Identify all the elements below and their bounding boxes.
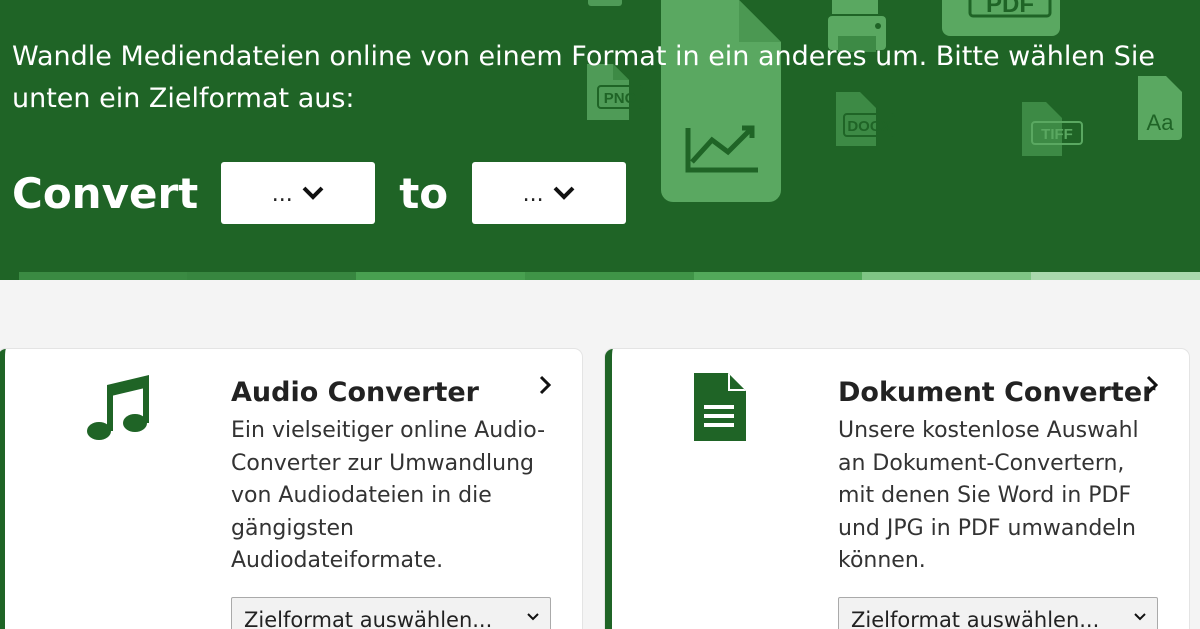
card-title[interactable]: Dokument Converter xyxy=(838,377,1155,408)
to-label: to xyxy=(399,168,449,218)
target-format-label: Zielformat auswählen... xyxy=(851,608,1100,629)
pdf-label: PDF xyxy=(986,0,1034,18)
hero-stripe xyxy=(0,272,1200,280)
target-format-select[interactable]: Zielformat auswählen... xyxy=(231,597,551,629)
chevron-down-icon xyxy=(553,186,575,200)
hero-intro-text: Wandle Mediendateien online von einem Fo… xyxy=(12,41,1155,114)
target-format-select[interactable]: Zielformat auswählen... xyxy=(838,597,1158,629)
card-title[interactable]: Audio Converter xyxy=(231,377,479,408)
chevron-down-icon xyxy=(1134,613,1146,621)
convert-row: Convert ... to ... xyxy=(12,162,627,224)
target-format-label: Zielformat auswählen... xyxy=(244,608,493,629)
convert-label: Convert xyxy=(12,168,199,218)
chevron-right-icon[interactable] xyxy=(1142,373,1162,397)
hero-banner: PNG PDF DOCX TIFF Aa Wandle Mediendateie… xyxy=(0,0,1200,272)
tiff-label: TIFF xyxy=(1041,126,1073,143)
card-description: Unsere kostenlose Auswahl an Dokument-Co… xyxy=(838,418,1139,573)
from-format-value: ... xyxy=(271,181,293,207)
document-icon xyxy=(692,371,748,447)
chevron-down-icon xyxy=(302,186,324,200)
audio-converter-card[interactable]: Audio Converter Ein vielseitiger online … xyxy=(0,349,582,629)
chevron-down-icon xyxy=(527,613,539,621)
to-format-select[interactable]: ... xyxy=(472,162,627,224)
chevron-right-icon[interactable] xyxy=(535,373,555,397)
from-format-select[interactable]: ... xyxy=(221,162,376,224)
to-format-value: ... xyxy=(522,181,544,207)
document-converter-card[interactable]: Dokument Converter Unsere kostenlose Aus… xyxy=(605,349,1189,629)
music-note-icon xyxy=(83,373,155,449)
card-description: Ein vielseitiger online Audio-Converter … xyxy=(231,418,546,573)
docx-label: DOCX xyxy=(847,118,890,135)
pdf-file-icon: PDF xyxy=(942,0,1060,36)
